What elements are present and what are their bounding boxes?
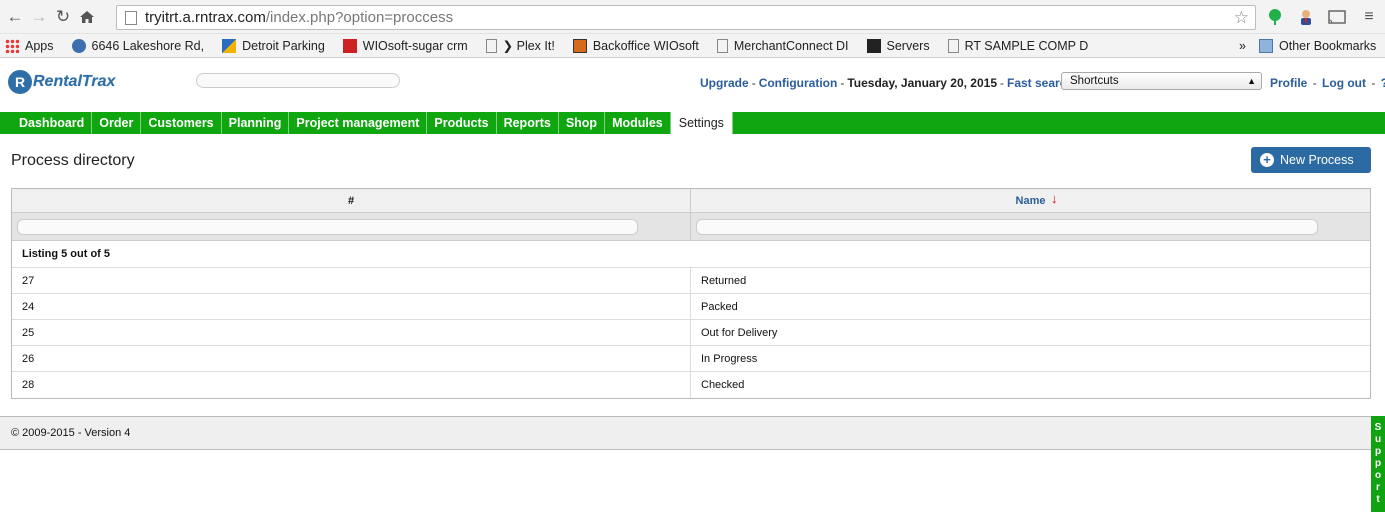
row-name: Returned	[701, 275, 747, 287]
row-name: Checked	[701, 379, 745, 391]
page-icon	[716, 38, 728, 53]
main-content: Process directory + New Process # Name ↓…	[0, 134, 1385, 399]
page-title: Process directory	[11, 152, 135, 169]
column-header-name[interactable]: Name ↓	[691, 189, 1370, 212]
apps-grid-icon	[5, 38, 19, 53]
filter-row	[12, 213, 1370, 241]
table-header: # Name ↓	[12, 189, 1370, 213]
bookmarks-overflow-button[interactable]: »	[1239, 39, 1246, 53]
row-id: 26	[12, 346, 691, 371]
user-avatar-extension-icon[interactable]	[1297, 8, 1315, 26]
shortcuts-select[interactable]: Shortcuts ▲︎	[1061, 72, 1262, 90]
row-id: 28	[12, 372, 691, 398]
nav-reports[interactable]: Reports	[497, 112, 559, 134]
menu-icon[interactable]: ≡	[1360, 8, 1378, 26]
support-letter: r	[1376, 482, 1380, 493]
table-row[interactable]: 28 Checked	[12, 372, 1370, 398]
table-row[interactable]: 25 Out for Delivery	[12, 320, 1370, 346]
bookmark-sugar-crm[interactable]: WIOsoft-sugar crm	[342, 38, 468, 53]
nav-modules[interactable]: Modules	[605, 112, 671, 134]
row-id: 25	[12, 320, 691, 345]
row-name: Packed	[701, 301, 738, 313]
evernote-extension-icon[interactable]	[1266, 8, 1284, 26]
nav-shop[interactable]: Shop	[559, 112, 606, 134]
row-name: Out for Delivery	[701, 327, 778, 339]
bookmarks-bar: Apps 6646 Lakeshore Rd, Detroit Parking …	[0, 34, 1385, 58]
folder-icon	[1259, 38, 1273, 53]
profile-link[interactable]: Profile	[1270, 76, 1307, 90]
row-id: 24	[12, 294, 691, 319]
nav-dashboard[interactable]: Dashboard	[12, 112, 93, 134]
url-text: tryitrt.a.rntrax.com/index.php?option=pr…	[145, 9, 454, 26]
reload-icon[interactable]: ↻	[52, 6, 74, 28]
current-date: Tuesday, January 20, 2015	[847, 76, 997, 90]
sort-arrow-icon: ↓	[1051, 191, 1058, 206]
browser-toolbar: ← → ↻ tryitrt.a.rntrax.com/index.php?opt…	[0, 0, 1385, 34]
name-filter-input[interactable]	[696, 219, 1318, 235]
support-tab[interactable]: Support	[1371, 416, 1385, 512]
bookmark-other-bookmarks[interactable]: Other Bookmarks	[1259, 38, 1376, 53]
bookmark-backoffice[interactable]: Backoffice WIOsoft	[572, 38, 699, 53]
help-link[interactable]: ?	[1381, 76, 1385, 90]
table-row[interactable]: 24 Packed	[12, 294, 1370, 320]
plus-circle-icon: +	[1260, 153, 1274, 167]
bookmark-star-icon[interactable]: ☆	[1234, 8, 1249, 28]
main-nav: Dashboard Order Customers Planning Proje…	[0, 112, 1385, 134]
support-letter: S	[1374, 422, 1382, 433]
page-icon	[485, 38, 497, 53]
nav-order[interactable]: Order	[92, 112, 142, 134]
parking-icon	[222, 38, 237, 53]
backoffice-icon	[572, 38, 587, 53]
app-header: R RentalTrax Upgrade - Configuration - T…	[0, 58, 1385, 112]
row-id: 27	[12, 268, 691, 293]
table-row[interactable]: 26 In Progress	[12, 346, 1370, 372]
plex-icon	[866, 38, 881, 53]
page-footer: © 2009-2015 - Version 4	[0, 416, 1385, 450]
globe-icon	[71, 38, 86, 53]
bookmark-servers[interactable]: Servers	[866, 38, 930, 53]
nav-project-management[interactable]: Project management	[289, 112, 428, 134]
configuration-link[interactable]: Configuration	[759, 76, 838, 90]
support-letter: o	[1374, 470, 1382, 481]
id-filter-input[interactable]	[17, 219, 638, 235]
select-arrows-icon: ▲︎	[1247, 76, 1256, 86]
new-process-button[interactable]: + New Process	[1251, 147, 1371, 173]
bookmark-plex-it[interactable]: ❯ Plex It!	[485, 38, 555, 53]
support-letter: t	[1376, 494, 1380, 505]
nav-products[interactable]: Products	[427, 112, 497, 134]
upgrade-link[interactable]: Upgrade	[700, 76, 749, 90]
sugarcrm-icon	[342, 38, 357, 53]
home-icon[interactable]	[76, 6, 98, 28]
nav-settings[interactable]: Settings	[670, 112, 733, 134]
process-table: # Name ↓ Listing 5 out of 5 27 Returned …	[11, 188, 1371, 399]
bookmark-merchantconnect[interactable]: MerchantConnect DI	[716, 38, 849, 53]
row-name: In Progress	[701, 353, 758, 365]
nav-planning[interactable]: Planning	[222, 112, 290, 134]
column-header-id[interactable]: #	[12, 189, 691, 212]
bookmark-detroit-parking[interactable]: Detroit Parking	[222, 38, 325, 53]
listing-count: Listing 5 out of 5	[12, 241, 1370, 268]
logout-link[interactable]: Log out	[1322, 76, 1366, 90]
rentaltrax-logo[interactable]: R RentalTrax	[8, 70, 115, 94]
table-row[interactable]: 27 Returned	[12, 268, 1370, 294]
user-links: Profile - Log out - ?	[1270, 76, 1385, 90]
page-icon	[125, 10, 137, 25]
address-bar[interactable]: tryitrt.a.rntrax.com/index.php?option=pr…	[116, 5, 1256, 30]
bookmark-lakeshore[interactable]: 6646 Lakeshore Rd,	[71, 38, 204, 53]
bookmark-apps[interactable]: Apps	[5, 38, 54, 53]
cast-icon[interactable]	[1328, 8, 1346, 26]
forward-arrow-icon[interactable]: →	[28, 6, 50, 28]
header-search-input[interactable]	[196, 73, 400, 88]
page-icon	[947, 38, 959, 53]
bookmark-rt-sample[interactable]: RT SAMPLE COMP D	[947, 38, 1088, 53]
support-letter: p	[1374, 446, 1382, 457]
header-links: Upgrade - Configuration - Tuesday, Janua…	[700, 76, 1081, 90]
support-letter: u	[1374, 434, 1382, 445]
back-arrow-icon[interactable]: ←	[4, 6, 26, 28]
support-letter: p	[1374, 458, 1382, 469]
nav-customers[interactable]: Customers	[141, 112, 222, 134]
